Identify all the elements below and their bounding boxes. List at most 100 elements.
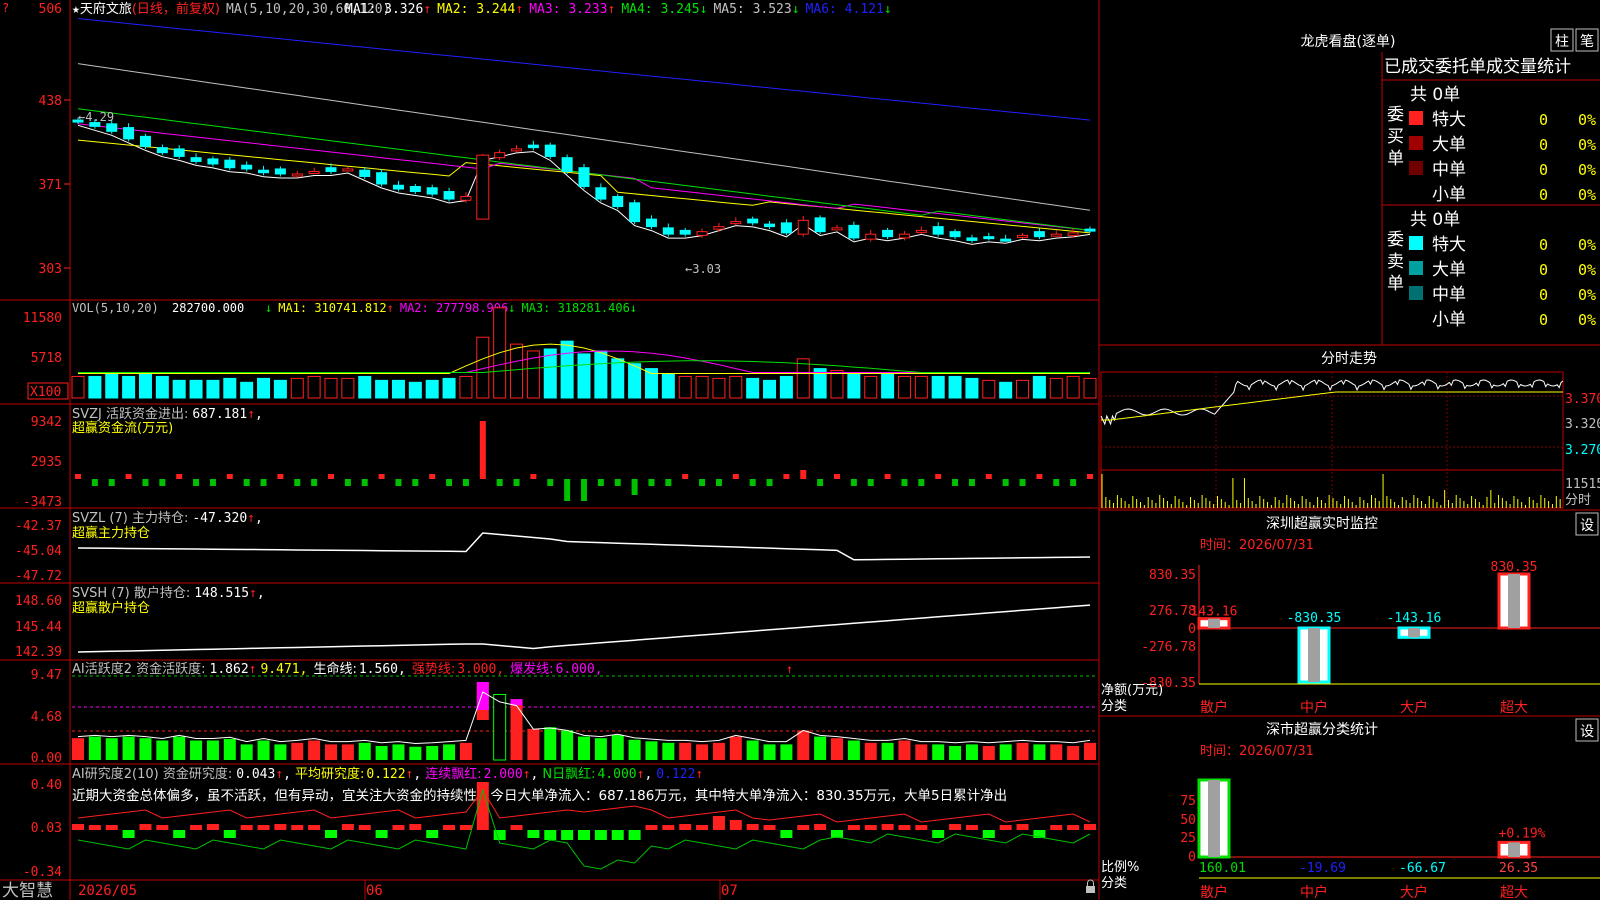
monitor-category: 大户	[1400, 699, 1428, 716]
candle-body	[308, 170, 320, 174]
fund-flow-bar	[277, 474, 284, 479]
fund-flow-bar	[176, 474, 183, 479]
svzl-y-tick: -45.04	[15, 544, 62, 559]
fund-flow-bar	[530, 474, 537, 479]
tab-orders[interactable]: 委托单	[1435, 57, 1486, 77]
fund-flow-bar	[361, 479, 368, 486]
stock-terminal: ★天府文旅(日线，前复权) MA(5,10,20,30,60,120) MA1: …	[0, 0, 1600, 900]
fund-flow-bar	[834, 474, 840, 479]
activity-bar	[932, 744, 945, 760]
panel-frames	[0, 0, 1600, 900]
fund-flow-bar	[1087, 474, 1093, 479]
tab-volume-stats[interactable]: 成交量统计	[1486, 57, 1571, 77]
ma-legend-arrow: ↓	[792, 2, 800, 17]
sell-row-pct: 0%	[1578, 311, 1596, 329]
buy-row-value: 0	[1539, 161, 1548, 179]
activity-bar	[156, 740, 169, 760]
activity-bar	[173, 736, 186, 760]
research-bar	[375, 830, 388, 838]
sell-side-label: 委	[1387, 230, 1404, 250]
tab-tick[interactable]: 笔	[1575, 28, 1599, 52]
stats-bar-label: +0.19%	[1499, 826, 1546, 841]
fund-flow-bar	[91, 479, 98, 486]
volume-bar	[391, 379, 405, 399]
volume-bar	[881, 373, 895, 399]
research-bar	[814, 824, 827, 830]
volume-bar	[914, 375, 928, 399]
volume-bar	[105, 373, 119, 399]
ma6-line	[77, 18, 1091, 121]
sell-row-value: 0	[1539, 236, 1548, 254]
ma-legend-item: MA2: 3.244	[437, 2, 515, 17]
research-bar	[358, 825, 371, 830]
buy-side-label: 买	[1387, 127, 1404, 147]
research-bar	[527, 830, 540, 838]
activity-bar	[1050, 744, 1063, 760]
candle-body	[831, 227, 843, 231]
monitor-y-tick: -276.78	[1141, 640, 1196, 655]
candle-body	[645, 218, 657, 228]
research-bar	[291, 825, 304, 830]
y-tick: 438	[39, 94, 62, 109]
candle-body	[764, 223, 776, 228]
activity-bar	[847, 740, 860, 760]
volume-bar	[273, 379, 287, 399]
tab-tick-label: 笔	[1580, 34, 1594, 50]
fund-flow-bar	[985, 474, 992, 479]
monitor-chart: 830.35276.780-276.78-830.35143.16散户-830.…	[1141, 560, 1600, 716]
research-bar	[459, 825, 472, 830]
stat-tabs[interactable]: 已成交 委托单 成交量统计	[1384, 57, 1571, 77]
fund-flow-bar	[901, 479, 908, 486]
research-bar	[325, 830, 337, 838]
stats-value: -66.67	[1399, 861, 1446, 876]
research-bar	[915, 825, 928, 830]
volume-bar	[678, 375, 692, 399]
vol-value: 282700.000	[172, 301, 244, 315]
candle-body	[595, 187, 607, 200]
activity-line	[77, 691, 1091, 745]
research-bar	[1067, 825, 1080, 830]
candle-body	[123, 127, 135, 140]
research-bar	[88, 825, 101, 830]
activity-bar	[898, 740, 911, 760]
vol-title: VOL(5,10,20)	[72, 301, 159, 315]
activity-bar	[696, 744, 709, 760]
intraday-volume	[1101, 474, 1561, 508]
activity-bar	[746, 740, 759, 760]
candle-body	[224, 159, 236, 169]
stats-y-tick: 0	[1188, 850, 1196, 865]
monitor-settings-button[interactable]: 设	[1575, 512, 1599, 536]
vol-legend-item: MA2: 277798.906	[400, 301, 508, 315]
research-bar	[156, 825, 169, 830]
ai2-title: AI研究度2(10) 资金研究度: 0.043↑, 平均研究度: 0.122↑, 连续飘…	[72, 766, 703, 782]
svsh-title: SVSH (7) 散户持仓: 148.515↑,	[72, 585, 265, 601]
svsh-y-tick: 142.39	[15, 645, 62, 660]
activity-bar	[358, 742, 371, 760]
research-bar	[72, 824, 84, 830]
monitor-y-tick: 276.78	[1149, 604, 1196, 619]
monitor-ylabel: 净额(万元)	[1101, 683, 1163, 698]
tab-column[interactable]: 柱	[1550, 28, 1574, 52]
lock-icon[interactable]	[1086, 879, 1095, 893]
research-bar	[949, 824, 962, 830]
fund-flow-bar	[496, 479, 503, 486]
buy-swatch	[1409, 111, 1423, 125]
activity-bar	[763, 744, 776, 760]
activity-bar	[240, 744, 253, 760]
tab-filled[interactable]: 已成交	[1384, 57, 1435, 77]
svg-text:设: 设	[1580, 724, 1594, 740]
svzl-y-tick: -42.37	[15, 519, 62, 534]
activity-bar	[139, 738, 152, 760]
monitor-category: 超大	[1500, 700, 1528, 716]
fund-flow-bar	[193, 479, 200, 486]
ma-legend-arrow: ↓	[884, 2, 892, 17]
vol-y-tick: 11580	[23, 311, 62, 326]
fund-flow-bar	[344, 479, 351, 486]
research-bar	[628, 830, 641, 840]
volume-bar	[1049, 377, 1063, 399]
vol-legend-item: MA1: 310741.812	[278, 301, 386, 315]
volume-bar	[712, 377, 726, 399]
stats-settings-button[interactable]: 设	[1575, 718, 1599, 742]
research-bar	[932, 830, 945, 838]
y-tick: 371	[39, 178, 62, 193]
